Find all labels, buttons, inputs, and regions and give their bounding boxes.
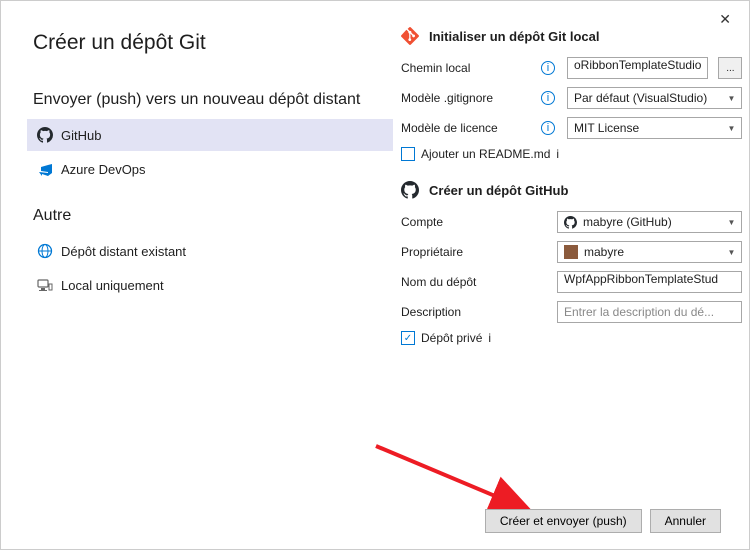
init-section-title: Initialiser un dépôt Git local <box>429 29 599 44</box>
provider-local-only[interactable]: Local uniquement <box>27 269 393 301</box>
info-icon[interactable]: i <box>488 331 491 345</box>
chevron-down-icon: ▼ <box>728 94 736 103</box>
browse-button[interactable]: ... <box>718 57 742 79</box>
license-label: Modèle de licence <box>401 121 535 135</box>
account-label: Compte <box>401 215 551 229</box>
create-section-title: Créer un dépôt GitHub <box>429 183 568 198</box>
repo-name-label: Nom du dépôt <box>401 275 551 289</box>
repo-name-input[interactable]: WpfAppRibbonTemplateStud <box>557 271 742 293</box>
dialog-title: Créer un dépôt Git <box>33 31 393 55</box>
license-select[interactable]: MIT License ▼ <box>567 117 742 139</box>
github-icon <box>401 181 419 199</box>
private-checkbox[interactable]: ✓ <box>401 331 415 345</box>
git-icon <box>401 27 419 45</box>
local-path-input[interactable]: oRibbonTemplateStudio <box>567 57 708 79</box>
github-icon <box>37 127 53 143</box>
provider-github-label: GitHub <box>61 128 101 143</box>
push-section-header: Envoyer (push) vers un nouveau dépôt dis… <box>33 91 393 109</box>
description-label: Description <box>401 305 551 319</box>
provider-existing-remote[interactable]: Dépôt distant existant <box>27 235 393 267</box>
chevron-down-icon: ▼ <box>728 248 736 257</box>
info-icon[interactable]: i <box>556 147 559 161</box>
owner-select[interactable]: mabyre ▼ <box>557 241 742 263</box>
info-icon[interactable]: i <box>541 91 555 105</box>
account-select[interactable]: mabyre (GitHub) ▼ <box>557 211 742 233</box>
chevron-down-icon: ▼ <box>728 218 736 227</box>
local-icon <box>37 277 53 293</box>
provider-azure-devops[interactable]: Azure DevOps <box>27 153 393 185</box>
other-section-header: Autre <box>33 207 393 225</box>
globe-icon <box>37 243 53 259</box>
info-icon[interactable]: i <box>541 61 555 75</box>
provider-existing-remote-label: Dépôt distant existant <box>61 244 186 259</box>
chevron-down-icon: ▼ <box>728 124 736 133</box>
avatar <box>564 245 578 259</box>
cancel-button[interactable]: Annuler <box>650 509 721 533</box>
gitignore-select[interactable]: Par défaut (VisualStudio) ▼ <box>567 87 742 109</box>
create-push-button[interactable]: Créer et envoyer (push) <box>485 509 642 533</box>
description-input[interactable] <box>557 301 742 323</box>
provider-azure-label: Azure DevOps <box>61 162 146 177</box>
readme-label: Ajouter un README.md <box>421 147 550 161</box>
provider-local-only-label: Local uniquement <box>61 278 164 293</box>
private-label: Dépôt privé <box>421 331 482 345</box>
azure-devops-icon <box>37 161 53 177</box>
info-icon[interactable]: i <box>541 121 555 135</box>
local-path-label: Chemin local <box>401 61 535 75</box>
readme-checkbox[interactable] <box>401 147 415 161</box>
owner-label: Propriétaire <box>401 245 551 259</box>
gitignore-label: Modèle .gitignore <box>401 91 535 105</box>
provider-github[interactable]: GitHub <box>27 119 393 151</box>
github-icon <box>564 216 577 229</box>
